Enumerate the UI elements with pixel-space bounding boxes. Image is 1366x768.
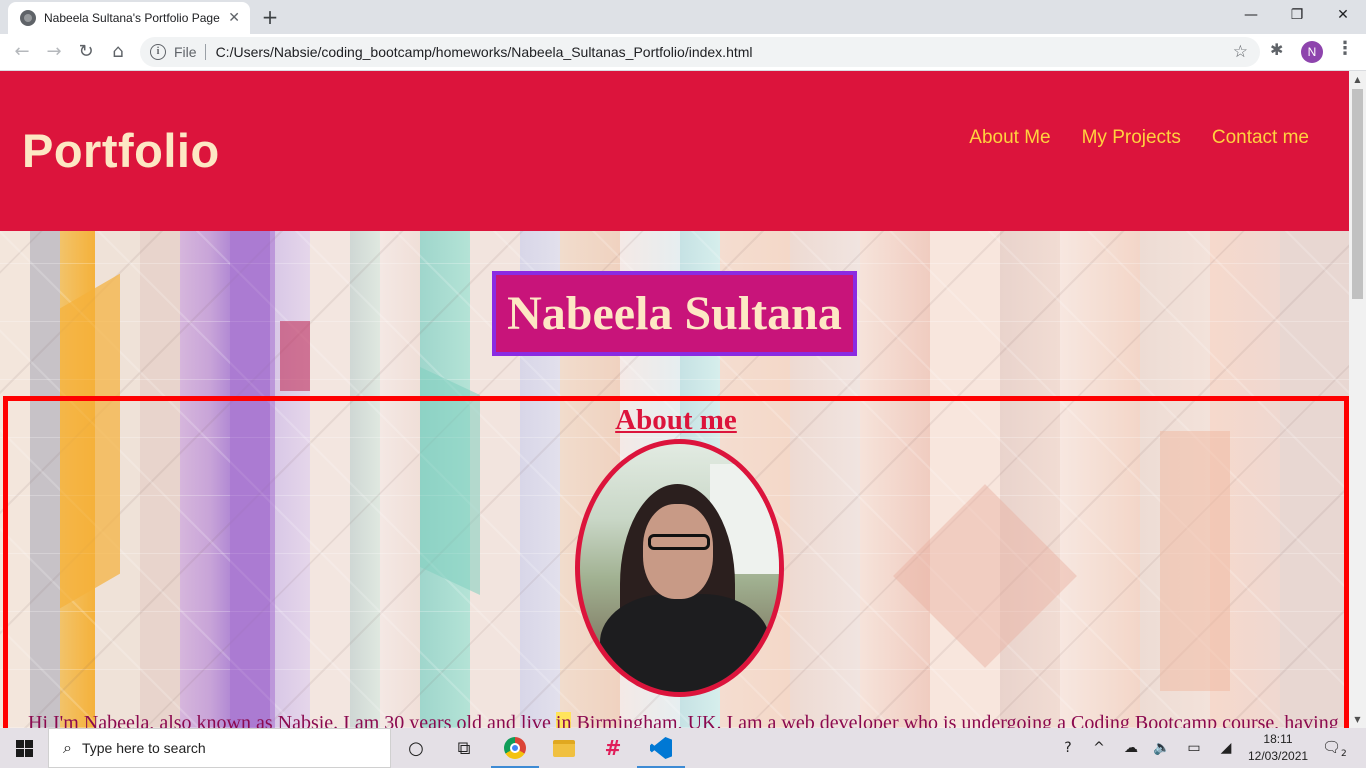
vertical-scrollbar[interactable]: ▲ ▼: [1349, 71, 1366, 728]
nav-link-contact-me[interactable]: Contact me: [1212, 127, 1309, 149]
menu-icon[interactable]: ⋮: [1336, 38, 1354, 59]
scroll-up-arrow-icon[interactable]: ▲: [1349, 71, 1366, 88]
file-label: File: [174, 44, 206, 60]
reload-icon[interactable]: ↻: [72, 38, 100, 66]
profile-photo: [575, 439, 784, 697]
search-placeholder: Type here to search: [81, 740, 206, 756]
hero-background: Nabeela Sultana About me Hi I'm Nabeela,…: [0, 231, 1349, 728]
task-view-icon[interactable]: ⧉: [440, 728, 488, 768]
restore-button[interactable]: ❐: [1274, 0, 1320, 30]
name-heading: Nabeela Sultana: [507, 287, 842, 340]
site-nav: About Me My Projects Contact me: [969, 127, 1309, 149]
browser-toolbar: ← → ↻ ⌂ i File C:/Users/Nabsie/coding_bo…: [0, 34, 1366, 71]
address-bar[interactable]: i File C:/Users/Nabsie/coding_bootcamp/h…: [140, 37, 1260, 67]
cortana-icon[interactable]: ○: [392, 728, 440, 768]
folder-icon: [553, 739, 575, 757]
about-section: About me Hi I'm Nabeela, also known as N…: [3, 396, 1349, 728]
scroll-thumb[interactable]: [1352, 89, 1363, 299]
taskbar-search-box[interactable]: ⌕ Type here to search: [48, 728, 391, 768]
name-banner: Nabeela Sultana: [492, 271, 857, 356]
profile-avatar[interactable]: N: [1301, 41, 1323, 63]
back-icon[interactable]: ←: [8, 38, 36, 66]
slack-taskbar-icon[interactable]: #: [589, 728, 637, 768]
mosaic-tile: [280, 321, 310, 391]
page-viewport: Portfolio About Me My Projects Contact m…: [0, 71, 1349, 728]
clock-time: 18:11: [1263, 732, 1293, 746]
photo-face: [643, 504, 713, 599]
extensions-icon[interactable]: ✱: [1270, 40, 1283, 59]
battery-icon[interactable]: ▭: [1182, 728, 1206, 768]
about-heading: About me: [615, 404, 737, 436]
slack-icon: #: [604, 736, 622, 760]
onedrive-cloud-icon[interactable]: ☁: [1119, 728, 1143, 768]
close-tab-icon[interactable]: ✕: [228, 10, 240, 26]
close-window-button[interactable]: ✕: [1320, 0, 1366, 30]
taskbar: ⌕ Type here to search ○ ⧉ # ? ^ ☁ 🔈 ▭ ◢ …: [0, 728, 1366, 768]
vscode-icon: [650, 737, 672, 759]
photo-glasses: [648, 534, 710, 550]
globe-icon: [20, 10, 36, 26]
notification-bubble-icon: 🗨: [1322, 738, 1342, 756]
about-text-end: Birmingham, UK. I am a web developer who…: [571, 712, 1338, 728]
browser-tabstrip: Nabeela Sultana's Portfolio Page ✕ + — ❐…: [0, 0, 1366, 34]
about-text: Hi I'm Nabeela, also known as Nabsie. I …: [28, 712, 1338, 728]
search-icon: ⌕: [63, 738, 72, 757]
new-tab-button[interactable]: +: [258, 6, 282, 30]
notifications-icon[interactable]: 🗨2: [1322, 738, 1347, 759]
scroll-down-arrow-icon[interactable]: ▼: [1349, 711, 1366, 728]
vscode-taskbar-icon[interactable]: [637, 728, 685, 768]
file-explorer-taskbar-icon[interactable]: [540, 728, 588, 768]
help-icon[interactable]: ?: [1056, 728, 1080, 768]
forward-icon[interactable]: →: [40, 38, 68, 66]
browser-tab[interactable]: Nabeela Sultana's Portfolio Page ✕: [8, 2, 250, 34]
taskbar-clock[interactable]: 18:11 12/03/2021: [1248, 731, 1308, 765]
site-header: Portfolio About Me My Projects Contact m…: [0, 71, 1349, 231]
url-text[interactable]: C:/Users/Nabsie/coding_bootcamp/homework…: [216, 44, 753, 60]
about-text-highlight: in: [555, 712, 572, 728]
info-icon[interactable]: i: [150, 44, 166, 60]
notification-count: 2: [1341, 749, 1347, 759]
nav-link-my-projects[interactable]: My Projects: [1082, 127, 1181, 149]
site-logo: Portfolio: [22, 124, 220, 177]
windows-start-icon[interactable]: [0, 728, 48, 768]
chrome-icon: [504, 737, 526, 759]
photo-jacket: [600, 594, 770, 692]
clock-date: 12/03/2021: [1248, 749, 1309, 763]
nav-link-about-me[interactable]: About Me: [969, 127, 1050, 149]
bookmark-star-icon[interactable]: ☆: [1233, 42, 1248, 62]
minimize-button[interactable]: —: [1228, 0, 1274, 30]
chrome-taskbar-icon[interactable]: [491, 728, 539, 768]
show-hidden-icons-chevron-icon[interactable]: ^: [1087, 728, 1111, 768]
home-icon[interactable]: ⌂: [104, 38, 132, 66]
wifi-icon[interactable]: ◢: [1214, 728, 1238, 768]
volume-icon[interactable]: 🔈: [1150, 728, 1174, 768]
tab-title: Nabeela Sultana's Portfolio Page: [44, 11, 220, 25]
about-text-start: Hi I'm Nabeela, also known as Nabsie. I …: [28, 712, 556, 728]
